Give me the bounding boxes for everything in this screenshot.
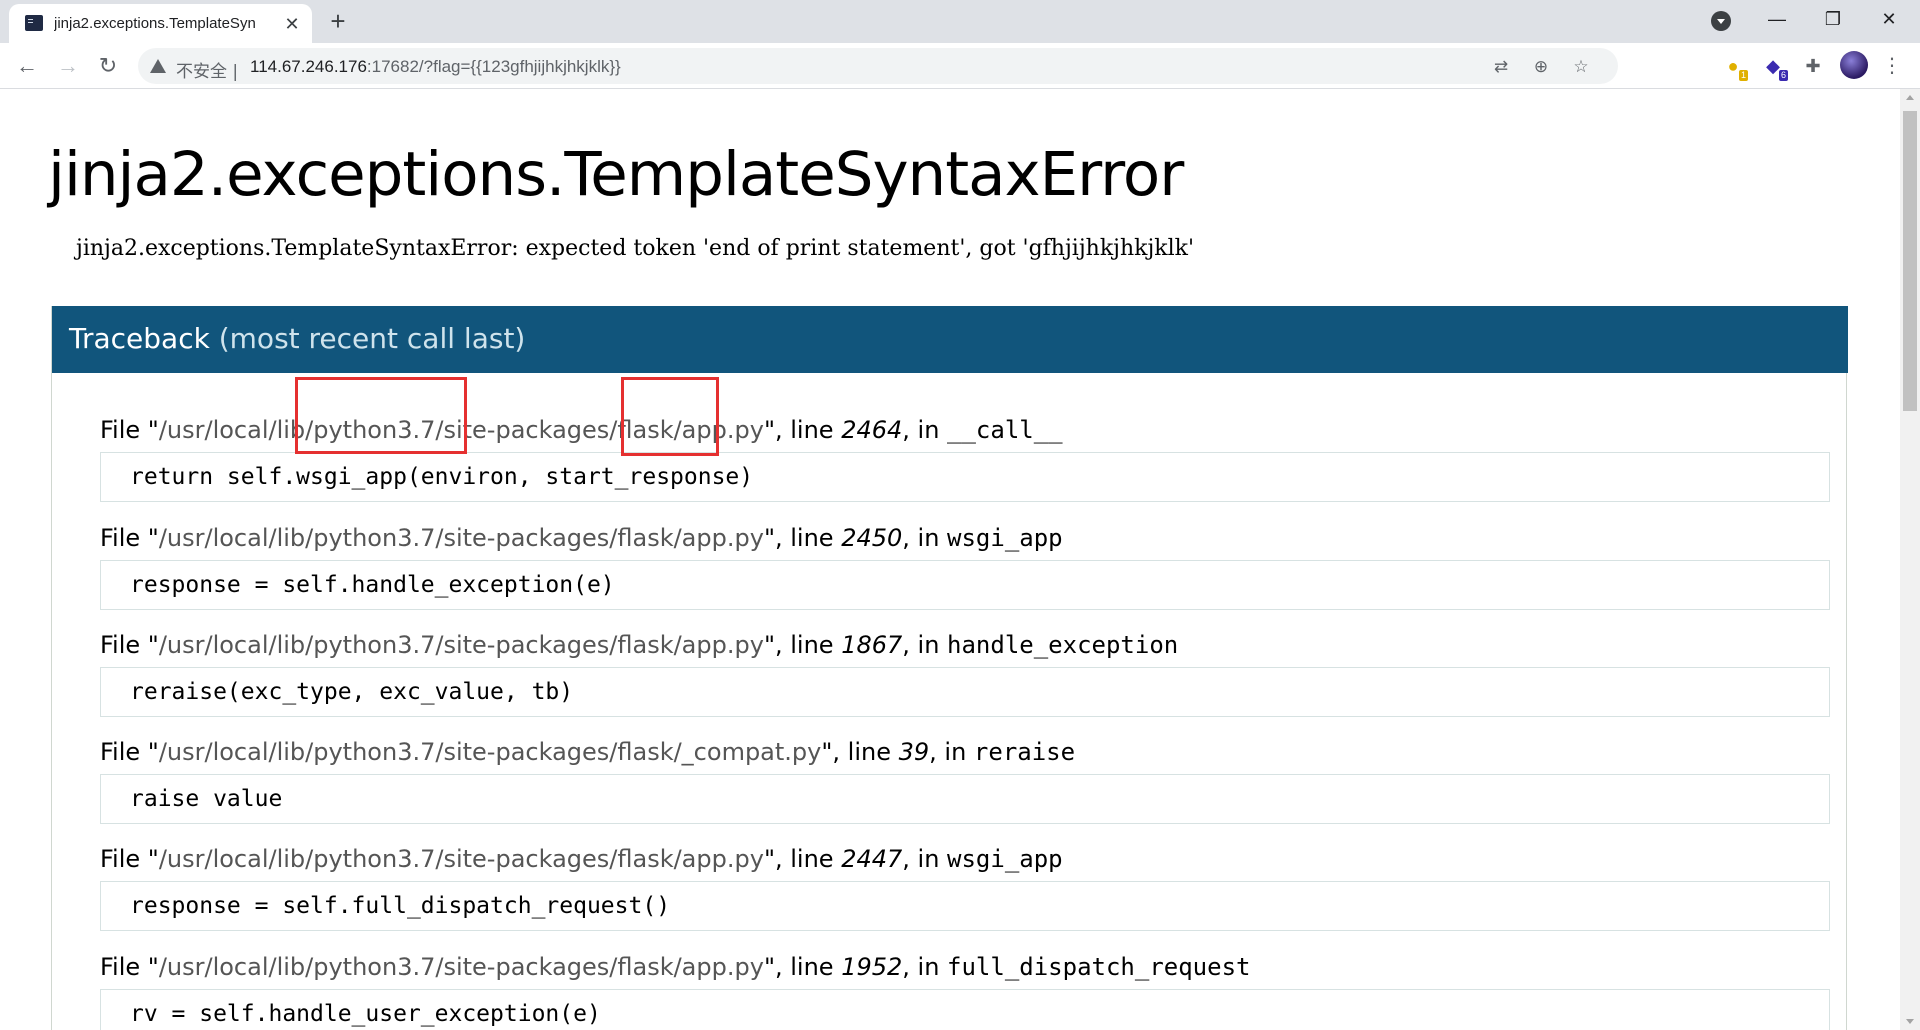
function-name: wsgi_app [947,524,1063,552]
file-path: /usr/local/lib/python3.7/site-packages/f… [158,845,764,873]
page-viewport: jinja2.exceptions.TemplateSyntaxError ji… [0,89,1900,1030]
vertical-scrollbar[interactable] [1900,89,1920,1030]
tab-strip: jinja2.exceptions.TemplateSyn ✕ + — ❐ ✕ [0,0,1920,43]
line-number: 1867 [841,631,903,659]
function-name: wsgi_app [947,845,1063,873]
line-number: 1952 [841,953,903,981]
address-bar[interactable]: 不安全 | 114.67.246.176:17682/?flag={{123gf… [138,48,1618,84]
function-name: __call__ [947,416,1063,444]
warning-icon[interactable] [150,59,166,73]
annotation-box-flask [621,377,719,456]
frame-location: File "/usr/local/lib/python3.7/site-pack… [100,522,1830,554]
translate-icon[interactable]: ⇄ [1490,56,1512,78]
error-message: jinja2.exceptions.TemplateSyntaxError: e… [76,236,1195,261]
extension-icon-1[interactable]: ● 1 [1718,51,1748,81]
url-text[interactable]: 114.67.246.176:17682/?flag={{123gfhjijhk… [250,57,621,77]
file-prefix: File " [100,416,159,444]
traceback-frame[interactable]: File "/usr/local/lib/python3.7/site-pack… [100,843,1830,931]
in-label: , in [902,845,948,873]
line-label: ", line [763,631,842,659]
annotation-box-python-version [295,377,467,454]
tab-close-icon[interactable]: ✕ [281,13,303,35]
code-line[interactable]: rv = self.handle_user_exception(e) [100,989,1830,1030]
avatar[interactable] [1840,51,1868,79]
function-name: reraise [973,738,1076,766]
zoom-icon[interactable]: ⊕ [1530,56,1552,78]
in-label: , in [902,631,948,659]
url-path: :17682/?flag={{123gfhjijhkjhkjklk}} [366,57,621,76]
traceback-header: Traceback (most recent call last) [52,306,1848,373]
traceback-frame[interactable]: File "/usr/local/lib/python3.7/site-pack… [100,736,1830,824]
line-label: ", line [763,953,842,981]
scroll-up-arrow-icon[interactable] [1906,95,1914,100]
frame-location: File "/usr/local/lib/python3.7/site-pack… [100,843,1830,875]
line-number: 39 [898,738,930,766]
in-label: , in [929,738,974,766]
file-prefix: File " [100,631,159,659]
file-prefix: File " [100,738,159,766]
bookmark-star-icon[interactable]: ☆ [1570,56,1592,78]
code-line[interactable]: response = self.full_dispatch_request() [100,881,1830,931]
file-prefix: File " [100,845,159,873]
line-number: 2464 [841,416,903,444]
line-label: ", line [763,845,842,873]
extension-icon-2[interactable]: ◆ 6 [1758,51,1788,81]
in-label: , in [902,953,948,981]
minimize-button[interactable]: — [1754,0,1800,40]
frame-location: File "/usr/local/lib/python3.7/site-pack… [100,951,1830,983]
frame-location: File "/usr/local/lib/python3.7/site-pack… [100,736,1830,768]
in-label: , in [902,524,948,552]
file-path: /usr/local/lib/python3.7/site-packages/f… [158,524,764,552]
insecure-label[interactable]: 不安全 | [176,57,238,82]
line-number: 2447 [841,845,903,873]
in-label: , in [902,416,948,444]
file-path: /usr/local/lib/python3.7/site-packages/f… [158,953,764,981]
close-window-button[interactable]: ✕ [1866,0,1912,40]
traceback-frame[interactable]: File "/usr/local/lib/python3.7/site-pack… [100,522,1830,610]
traceback-frame[interactable]: File "/usr/local/lib/python3.7/site-pack… [100,629,1830,717]
function-name: handle_exception [947,631,1179,659]
file-prefix: File " [100,953,159,981]
url-host: 114.67.246.176 [250,57,367,76]
tab-search-icon[interactable] [1711,11,1731,31]
scroll-down-arrow-icon[interactable] [1906,1019,1914,1024]
file-path: /usr/local/lib/python3.7/site-packages/f… [158,738,822,766]
file-path: /usr/local/lib/python3.7/site-packages/f… [158,631,764,659]
line-label: ", line [763,416,842,444]
code-line[interactable]: raise value [100,774,1830,824]
browser-toolbar: ← → ↻ 不安全 | 114.67.246.176:17682/?flag={… [0,43,1920,89]
page-title: jinja2.exceptions.TemplateSyntaxError [48,139,1184,210]
maximize-button[interactable]: ❐ [1810,0,1856,40]
new-tab-button[interactable]: + [324,8,352,36]
frame-location: File "/usr/local/lib/python3.7/site-pack… [100,629,1830,661]
line-label: ", line [763,524,842,552]
terminal-favicon-icon [25,15,43,31]
line-number: 2450 [841,524,903,552]
tab-title: jinja2.exceptions.TemplateSyn [54,15,256,32]
traceback-sublabel: (most recent call last) [218,322,526,355]
menu-icon[interactable]: ⋮ [1882,51,1902,81]
function-name: full_dispatch_request [947,953,1251,981]
code-line[interactable]: reraise(exc_type, exc_value, tb) [100,667,1830,717]
active-tab[interactable]: jinja2.exceptions.TemplateSyn ✕ [9,4,312,43]
reload-button[interactable]: ↻ [93,51,123,81]
back-button[interactable]: ← [12,51,42,81]
traceback-frame[interactable]: File "/usr/local/lib/python3.7/site-pack… [100,951,1830,1030]
file-prefix: File " [100,524,159,552]
traceback-label: Traceback [69,322,210,355]
code-line[interactable]: response = self.handle_exception(e) [100,560,1830,610]
extension-badge-1: 1 [1738,70,1748,81]
code-line[interactable]: return self.wsgi_app(environ, start_resp… [100,452,1830,502]
puzzle-icon[interactable]: ✚ [1798,51,1828,81]
forward-button[interactable]: → [53,51,83,81]
scrollbar-thumb[interactable] [1903,111,1917,411]
line-label: ", line [821,738,899,766]
extension-badge-2: 6 [1778,70,1788,81]
